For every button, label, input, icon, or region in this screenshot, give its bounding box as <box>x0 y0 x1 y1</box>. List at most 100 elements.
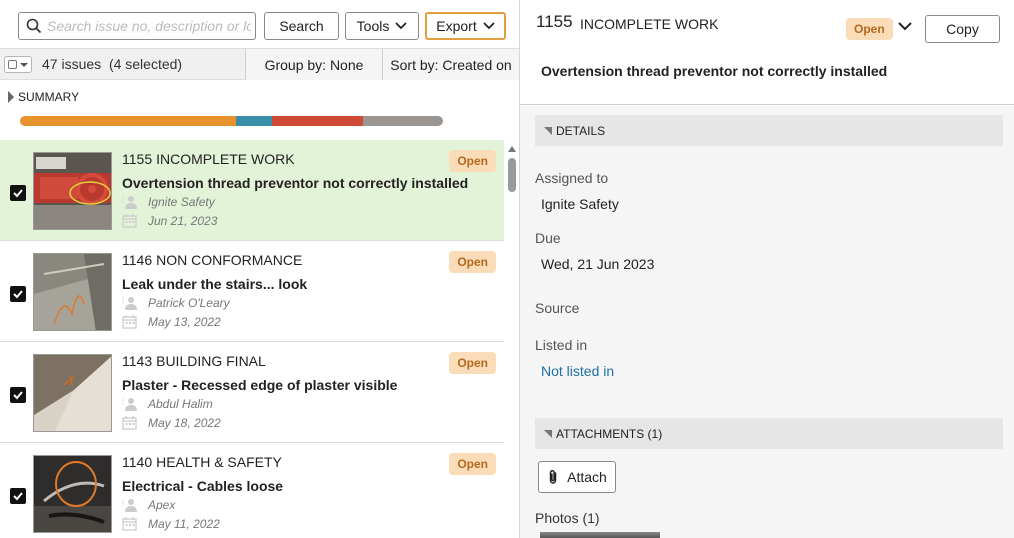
issue-row[interactable]: 1143 BUILDING FINAL Plaster - Recessed edg… <box>0 342 504 443</box>
person-icon <box>122 398 137 411</box>
issue-date: May 11, 2022 <box>122 517 220 531</box>
issue-description: Electrical - Cables loose <box>122 478 284 494</box>
caret-down-icon <box>20 63 28 67</box>
search-icon <box>26 18 42 34</box>
detail-header: 1155 INCOMPLETE WORK Open Copy Overtensi… <box>520 0 1014 105</box>
issue-thumbnail[interactable] <box>33 152 112 230</box>
detail-issue-number: 1155 <box>536 12 573 31</box>
chevron-down-icon <box>483 22 495 30</box>
chevron-down-icon <box>395 22 407 30</box>
detail-description: Overtension thread preventor not correct… <box>541 63 888 79</box>
paperclip-icon <box>549 469 557 484</box>
checkbox-checked-icon <box>13 189 23 198</box>
issue-thumbnail[interactable] <box>33 354 112 432</box>
row-checkbox[interactable] <box>10 286 26 302</box>
photo-thumbnail[interactable] <box>540 532 660 538</box>
row-checkbox[interactable] <box>10 185 26 201</box>
assignee-name: Apex <box>148 498 176 512</box>
assigned-to-value[interactable]: Ignite Safety <box>541 196 619 212</box>
checkbox-icon <box>8 60 17 69</box>
list-toolbar: Search Tools Export <box>0 0 519 48</box>
summary-segment <box>362 116 443 126</box>
search-button[interactable]: Search <box>264 12 339 40</box>
export-button[interactable]: Export <box>425 12 506 40</box>
assignee-name: Patrick O'Leary <box>148 296 230 310</box>
detail-body: DETAILS Assigned to Ignite Safety Due We… <box>520 106 1014 538</box>
scroll-up-icon[interactable] <box>508 146 516 152</box>
select-all-dropdown[interactable] <box>4 56 32 73</box>
status-badge: Open <box>449 251 496 273</box>
issue-description: Leak under the stairs... look <box>122 276 308 292</box>
attachments-header-label: ATTACHMENTS (1) <box>556 426 663 441</box>
due-value[interactable]: Wed, 21 Jun 2023 <box>541 256 654 272</box>
issue-date-text: Jun 21, 2023 <box>148 214 218 228</box>
issue-number: 1143 <box>122 353 153 369</box>
attach-button[interactable]: Attach <box>538 461 616 493</box>
issue-title: 1155 INCOMPLETE WORK <box>122 151 295 167</box>
tools-button-label: Tools <box>356 18 390 34</box>
summary-segment <box>20 116 236 126</box>
issue-thumbnail[interactable] <box>33 455 112 533</box>
issue-date: May 13, 2022 <box>122 315 221 329</box>
issue-type: BUILDING FINAL <box>156 353 266 369</box>
issue-date: Jun 21, 2023 <box>122 214 217 228</box>
assigned-to-label: Assigned to <box>535 170 609 186</box>
search-box[interactable] <box>18 12 256 40</box>
issue-row[interactable]: 1155 INCOMPLETE WORK Overtension thread pr… <box>0 140 504 241</box>
issue-type: INCOMPLETE WORK <box>156 151 295 167</box>
calendar-icon <box>122 517 137 531</box>
listed-in-label: Listed in <box>535 337 588 353</box>
detail-issue-type: INCOMPLETE WORK <box>580 16 719 32</box>
summary-segment <box>271 116 363 126</box>
listed-in-link[interactable]: Not listed in <box>541 363 614 379</box>
issue-description: Overtension thread preventor not correct… <box>122 175 469 191</box>
issue-assignee: Abdul Halim <box>122 397 213 411</box>
issue-thumbnail[interactable] <box>33 253 112 331</box>
issue-assignee: Patrick O'Leary <box>122 296 230 310</box>
detail-status-badge: Open <box>846 18 893 40</box>
details-section-header[interactable]: DETAILS <box>535 115 1003 146</box>
issue-number: 1146 <box>122 252 153 268</box>
selected-count: (4 selected) <box>108 56 183 72</box>
issue-assignee: Ignite Safety <box>122 195 215 209</box>
checkbox-checked-icon <box>13 290 23 299</box>
row-checkbox[interactable] <box>10 387 26 403</box>
search-input[interactable] <box>47 16 251 36</box>
issue-count: 47 issues (4 selected) <box>42 56 182 72</box>
issue-date-text: May 11, 2022 <box>148 517 220 531</box>
issue-list: 1155 INCOMPLETE WORK Overtension thread pr… <box>0 140 504 538</box>
issue-list-pane: Search Tools Export 47 issues (4 selecte… <box>0 0 520 538</box>
assignee-name: Abdul Halim <box>148 397 213 411</box>
issue-type: HEALTH & SAFETY <box>156 454 282 470</box>
calendar-icon <box>122 214 137 228</box>
copy-button[interactable]: Copy <box>925 15 1000 43</box>
row-checkbox[interactable] <box>10 488 26 504</box>
summary-segment <box>235 116 272 126</box>
issue-title: 1146 NON CONFORMANCE <box>122 252 302 268</box>
issue-date: May 18, 2022 <box>122 416 221 430</box>
issue-type: NON CONFORMANCE <box>156 252 303 268</box>
person-icon <box>122 196 137 209</box>
search-button-label: Search <box>279 18 324 34</box>
list-scrollbar[interactable] <box>505 140 519 538</box>
issue-description: Plaster - Recessed edge of plaster visib… <box>122 377 398 393</box>
scrollbar-thumb[interactable] <box>508 158 516 192</box>
summary-status-bar <box>20 116 443 126</box>
attachments-section-header[interactable]: ATTACHMENTS (1) <box>535 418 1003 449</box>
issue-row[interactable]: 1140 HEALTH & SAFETY Electrical - Cables l… <box>0 443 504 538</box>
summary-toggle[interactable]: SUMMARY <box>8 90 79 104</box>
due-label: Due <box>535 230 561 246</box>
triangle-right-icon <box>8 91 14 103</box>
issue-detail-pane: 1155 INCOMPLETE WORK Open Copy Overtensi… <box>520 0 1014 538</box>
tools-button[interactable]: Tools <box>345 12 419 40</box>
issue-row[interactable]: 1146 NON CONFORMANCE Leak under the stairs… <box>0 241 504 342</box>
checkbox-checked-icon <box>13 492 23 501</box>
status-badge: Open <box>449 150 496 172</box>
group-by-button[interactable]: Group by: None <box>245 49 382 80</box>
person-icon <box>122 297 137 310</box>
source-label: Source <box>535 300 580 316</box>
calendar-icon <box>122 416 137 430</box>
sort-by-button[interactable]: Sort by: Created on <box>382 49 519 80</box>
status-chevron-down-icon[interactable] <box>898 22 912 31</box>
status-badge: Open <box>449 453 496 475</box>
